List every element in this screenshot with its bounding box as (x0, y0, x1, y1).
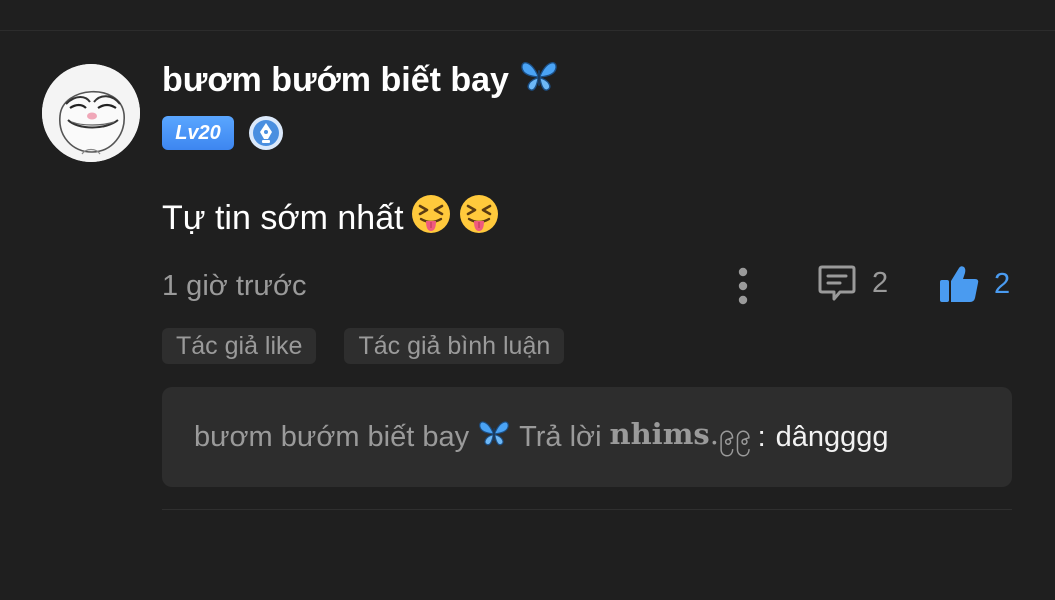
pen-badge-icon[interactable] (248, 115, 284, 151)
avatar[interactable] (42, 64, 140, 162)
like-button[interactable]: 2 (938, 262, 1010, 306)
reply-preview[interactable]: bươm bướm biết bay Trả lời nhims.၉၉ : dâ… (162, 387, 1012, 487)
reply-button[interactable]: 2 (816, 262, 888, 304)
more-options-button[interactable] (727, 264, 759, 308)
butterfly-icon (519, 58, 559, 103)
thumbs-up-icon (940, 266, 979, 302)
squinting-tongue-emoji-icon (410, 193, 452, 244)
reply-target-suffix: .၉၉ (709, 416, 752, 451)
comment-text: Tự tin sớm nhất (162, 199, 404, 237)
author-tags: Tác giả like Tác giả bình luận (162, 328, 592, 364)
more-vertical-icon (738, 267, 748, 305)
bottom-divider (162, 509, 1012, 510)
reply-content: dângggg (775, 420, 889, 453)
username[interactable]: bươm bướm biết bay (162, 58, 559, 103)
butterfly-icon (477, 418, 511, 456)
reply-target-user[interactable]: nhims.၉၉ (610, 416, 752, 459)
level-badge[interactable]: Lv20 (162, 116, 234, 150)
tag-author-commented: Tác giả bình luận (344, 328, 565, 364)
user-badges: Lv20 (162, 115, 284, 151)
tag-author-liked: Tác giả like (162, 328, 317, 364)
reply-target-name: nhims (609, 416, 710, 451)
top-divider (0, 30, 1055, 31)
comment-body: Tự tin sớm nhất (162, 193, 500, 244)
reply-verb: Trả lời (519, 420, 602, 453)
avatar-image (42, 64, 140, 162)
reply-author[interactable]: bươm bướm biết bay (194, 421, 469, 454)
comment-icon (818, 265, 856, 301)
reply-count: 2 (872, 266, 889, 299)
reply-separator: : (757, 420, 766, 453)
username-text: bươm bướm biết bay (162, 61, 509, 99)
squinting-tongue-emoji-icon (458, 193, 500, 244)
like-count: 2 (994, 267, 1011, 300)
timestamp: 1 giờ trước (162, 270, 307, 302)
